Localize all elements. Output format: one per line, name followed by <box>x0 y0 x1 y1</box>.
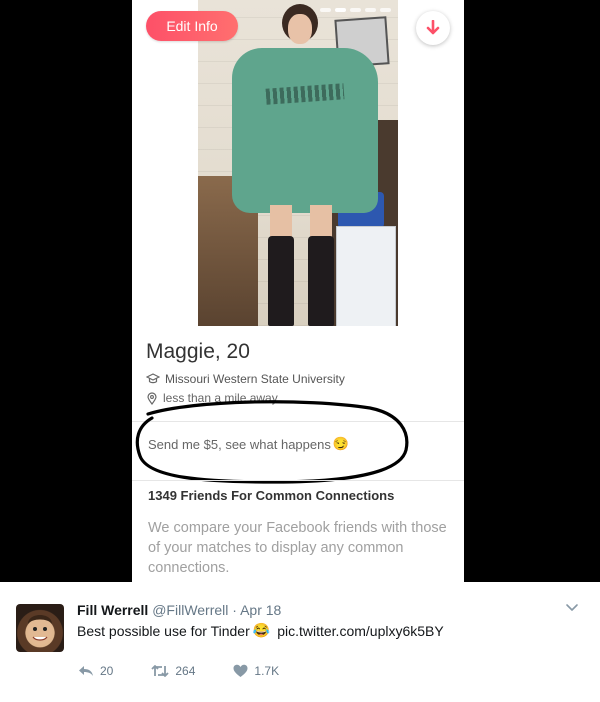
author-avatar[interactable] <box>16 604 64 652</box>
photo-boot-right <box>308 236 334 326</box>
tinder-screenshot: Edit Info Maggie, 20 Missouri Western St… <box>0 0 600 582</box>
like-count: 1.7K <box>254 664 280 678</box>
heart-icon <box>233 664 248 677</box>
tweet-actions: 20 264 1.7K <box>78 664 279 678</box>
photo-dot[interactable] <box>380 8 391 12</box>
graduation-cap-icon <box>146 373 160 384</box>
school-row: Missouri Western State University <box>146 372 345 386</box>
tweet-body: Best possible use for Tinder 😂 pic.twitt… <box>77 622 444 639</box>
photo-boot-left <box>268 236 294 326</box>
reply-button[interactable]: 20 <box>78 664 113 678</box>
photo-pagination-dots[interactable] <box>320 8 391 12</box>
hand-drawn-circle-annotation <box>135 400 409 484</box>
author-handle[interactable]: @FillWerrell <box>152 602 228 618</box>
arrow-down-icon <box>426 20 440 35</box>
header-separator: · <box>232 602 237 618</box>
section-divider <box>132 480 464 481</box>
retweet-icon <box>151 665 169 677</box>
avatar-face <box>28 615 52 645</box>
photo-dot[interactable] <box>365 8 376 12</box>
school-name: Missouri Western State University <box>165 372 345 386</box>
common-connections-heading: 1349 Friends For Common Connections <box>148 488 395 503</box>
photo-dot[interactable] <box>320 8 331 12</box>
retweet-count: 264 <box>175 664 196 678</box>
tweet-date[interactable]: Apr 18 <box>240 602 281 618</box>
tweet-menu-button[interactable] <box>565 600 579 618</box>
tweet-media-link[interactable]: pic.twitter.com/uplxy6k5BY <box>277 623 444 639</box>
tweet-header: Fill Werrell @FillWerrell · Apr 18 <box>77 602 281 618</box>
profile-name-age: Maggie, 20 <box>146 340 250 363</box>
photo-dot[interactable] <box>335 8 346 12</box>
profile-photo[interactable] <box>198 0 398 326</box>
common-connections-description: We compare your Facebook friends with th… <box>148 520 447 576</box>
reply-count: 20 <box>100 664 114 678</box>
tweet-text: Best possible use for Tinder <box>77 622 250 639</box>
photo-sweater <box>232 48 378 213</box>
retweet-button[interactable]: 264 <box>151 664 195 678</box>
edit-info-button[interactable]: Edit Info <box>146 11 238 41</box>
photo-fridge <box>336 226 396 326</box>
photo-face <box>288 14 312 44</box>
photo-dot[interactable] <box>350 8 361 12</box>
chevron-down-icon <box>566 604 578 611</box>
collapse-profile-button[interactable] <box>416 11 450 45</box>
like-button[interactable]: 1.7K <box>233 664 279 678</box>
author-name[interactable]: Fill Werrell <box>77 602 148 618</box>
tweet: Fill Werrell @FillWerrell · Apr 18 Best … <box>0 582 600 702</box>
reply-icon <box>79 666 93 676</box>
tinder-profile-card: Edit Info Maggie, 20 Missouri Western St… <box>132 0 464 582</box>
laughing-emoji: 😂 <box>252 622 271 638</box>
